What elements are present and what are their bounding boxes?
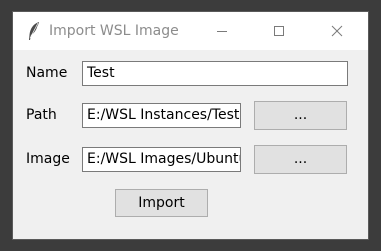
- path-label: Path: [26, 107, 57, 123]
- title-bar[interactable]: Import WSL Image: [13, 12, 368, 50]
- minimize-button[interactable]: [199, 12, 245, 50]
- window-title: Import WSL Image: [49, 23, 179, 39]
- name-label: Name: [26, 65, 68, 81]
- close-button[interactable]: [314, 12, 360, 50]
- browse-path-button[interactable]: ...: [254, 101, 347, 130]
- browse-image-button[interactable]: ...: [254, 145, 347, 174]
- minimize-icon: [217, 31, 227, 32]
- image-label: Image: [26, 151, 70, 167]
- image-input[interactable]: E:/WSL Images/Ubuntu: [82, 147, 241, 172]
- import-button[interactable]: Import: [115, 189, 208, 217]
- close-icon: [331, 25, 343, 37]
- maximize-icon: [274, 26, 284, 36]
- name-input[interactable]: Test: [82, 61, 348, 86]
- desktop-background: Import WSL Image Name Test Path E:/WSL I…: [0, 0, 381, 251]
- maximize-button[interactable]: [256, 12, 302, 50]
- feather-icon: [27, 21, 41, 41]
- path-input[interactable]: E:/WSL Instances/Test: [82, 103, 241, 128]
- import-dialog: Import WSL Image Name Test Path E:/WSL I…: [13, 12, 368, 239]
